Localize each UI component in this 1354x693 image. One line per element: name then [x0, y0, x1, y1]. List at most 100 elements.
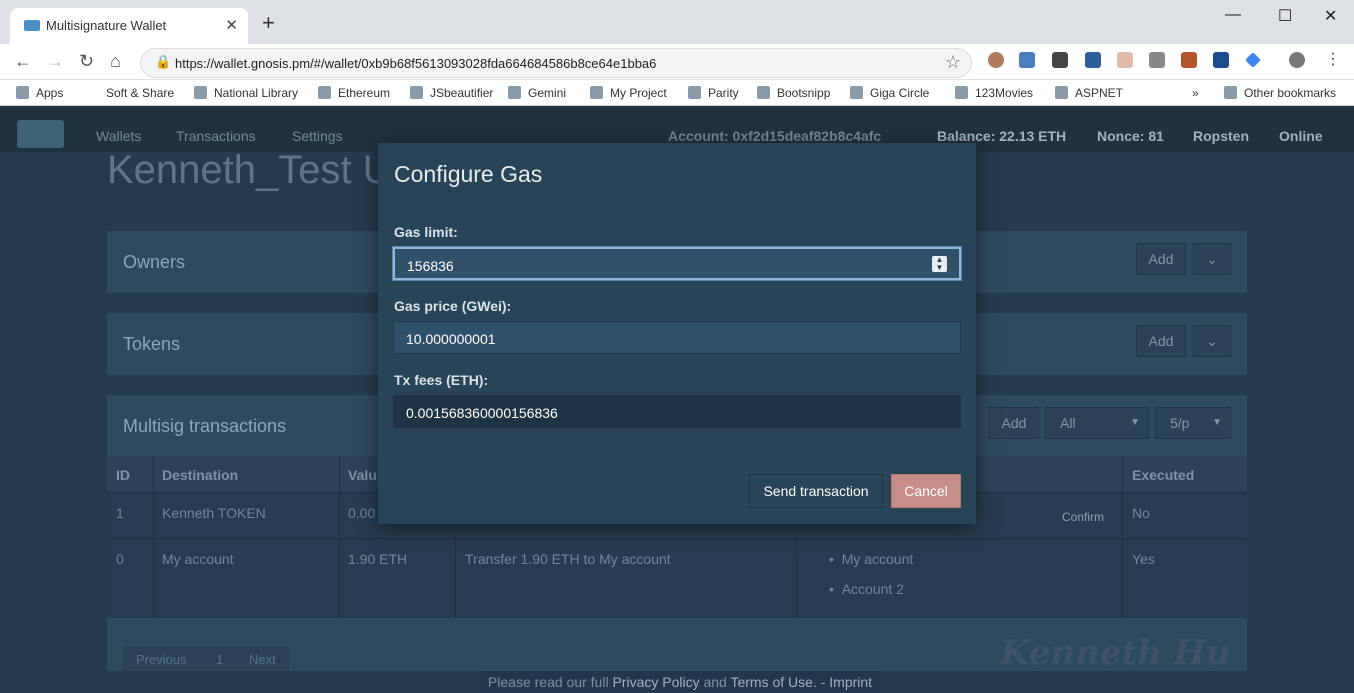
- filter-select[interactable]: All ▼: [1045, 407, 1149, 439]
- chevron-down-icon[interactable]: ⌄: [1193, 325, 1231, 357]
- extension-icon[interactable]: [988, 52, 1004, 68]
- col-executed: Executed: [1132, 467, 1195, 483]
- network: Ropsten: [1193, 128, 1249, 144]
- gas-limit-input[interactable]: 156836 ▲ ▼: [393, 247, 961, 280]
- confirmation-item: • Account 2: [829, 581, 904, 597]
- browser-tab[interactable]: Multisignature Wallet ✕: [10, 8, 248, 44]
- row-executed: No: [1132, 505, 1150, 521]
- forward-icon[interactable]: →: [46, 51, 64, 72]
- minimize-icon[interactable]: —: [1225, 6, 1241, 24]
- bookmarks-bar: Apps Soft & Share National Library Ether…: [0, 80, 1354, 106]
- bookmark-item[interactable]: Soft & Share: [106, 86, 174, 100]
- apps-icon: [16, 86, 29, 99]
- nav-settings[interactable]: Settings: [292, 128, 343, 144]
- wallet-logo-icon[interactable]: [17, 120, 64, 148]
- new-tab-icon[interactable]: +: [262, 10, 275, 36]
- other-bookmarks[interactable]: Other bookmarks: [1224, 86, 1336, 100]
- footer: Please read our full Privacy Policy and …: [479, 671, 881, 693]
- terms-link[interactable]: Terms of Use.: [730, 674, 816, 690]
- bookmark-item[interactable]: ASPNET: [1055, 86, 1123, 100]
- tab-title: Multisignature Wallet: [46, 18, 167, 33]
- bookmark-apps[interactable]: Apps: [16, 86, 63, 100]
- back-icon[interactable]: ←: [14, 51, 32, 72]
- menu-icon[interactable]: ⋮: [1325, 52, 1341, 68]
- bookmark-icon: [318, 86, 331, 99]
- bookmark-icon: [688, 86, 701, 99]
- account-selector[interactable]: Account: 0xf2d15deaf82b8c4afc: [668, 128, 881, 144]
- add-transaction-button[interactable]: Add: [989, 407, 1039, 439]
- wallet-title: Kenneth_Test U: [107, 148, 387, 192]
- connection-status: Online: [1279, 128, 1323, 144]
- profile-avatar-icon[interactable]: [1289, 52, 1305, 68]
- metamask-icon[interactable]: [1181, 52, 1197, 68]
- row-id: 0: [116, 551, 124, 567]
- nav-wallets[interactable]: Wallets: [96, 128, 141, 144]
- maximize-icon[interactable]: ☐: [1278, 6, 1292, 26]
- per-page-select[interactable]: 5/p ▼: [1155, 407, 1231, 439]
- bookmark-item[interactable]: Gemini: [508, 86, 566, 100]
- send-transaction-button[interactable]: Send transaction: [749, 474, 883, 508]
- cancel-button[interactable]: Cancel: [891, 474, 961, 508]
- bookmark-item[interactable]: Ethereum: [318, 86, 390, 100]
- number-stepper-icon[interactable]: ▲ ▼: [932, 256, 947, 272]
- multisig-title: Multisig transactions: [123, 416, 287, 436]
- confirm-button[interactable]: Confirm: [1062, 510, 1104, 524]
- bookmark-item[interactable]: Giga Circle: [850, 86, 929, 100]
- add-owner-button[interactable]: Add: [1136, 243, 1186, 275]
- bookmark-item[interactable]: JSbeautifier: [410, 86, 493, 100]
- tx-fees-label: Tx fees (ETH):: [394, 372, 489, 388]
- chevron-down-icon[interactable]: ⌄: [1193, 243, 1231, 275]
- bookmark-icon: [194, 86, 207, 99]
- row-value: 0.00: [348, 505, 376, 521]
- reload-icon[interactable]: ↻: [79, 51, 94, 72]
- bookmarks-overflow-icon[interactable]: »: [1192, 86, 1199, 100]
- page-number[interactable]: 1: [216, 652, 223, 667]
- filter-value: All: [1060, 415, 1076, 431]
- column-divider: [455, 538, 456, 618]
- translate-icon[interactable]: [1019, 52, 1035, 68]
- bookmark-item[interactable]: 123Movies: [955, 86, 1033, 100]
- modal-title: Configure Gas: [394, 161, 543, 187]
- row-description: Transfer 1.90 ETH to My account: [465, 551, 671, 567]
- next-button[interactable]: Next: [249, 652, 276, 667]
- eyedropper-icon[interactable]: [1085, 52, 1101, 68]
- imprint-link[interactable]: - Imprint: [817, 674, 872, 690]
- column-divider: [153, 456, 154, 618]
- gas-limit-value: 156836: [407, 258, 454, 274]
- bookmark-item[interactable]: Parity: [688, 86, 739, 100]
- add-token-button[interactable]: Add: [1136, 325, 1186, 357]
- bookmark-icon: [955, 86, 968, 99]
- nonce: Nonce: 81: [1097, 128, 1164, 144]
- footer-text: Please read our full: [487, 674, 613, 690]
- close-tab-icon[interactable]: ✕: [225, 16, 238, 34]
- close-window-icon[interactable]: ✕: [1324, 6, 1337, 26]
- privacy-policy-link[interactable]: Privacy Policy: [612, 674, 699, 690]
- footer-text: and: [699, 674, 731, 690]
- column-divider: [339, 456, 340, 618]
- shield-icon[interactable]: [1213, 52, 1229, 68]
- camera-icon[interactable]: [1149, 52, 1165, 68]
- bookmark-item[interactable]: My Project: [590, 86, 667, 100]
- folder-icon: [1224, 86, 1237, 99]
- gas-price-label: Gas price (GWei):: [394, 298, 512, 314]
- col-value: Valu: [348, 467, 377, 483]
- lock-icon: 🔒: [155, 54, 172, 69]
- bookmark-item[interactable]: Bootsnipp: [757, 86, 830, 100]
- owners-title: Owners: [123, 252, 186, 272]
- bookmark-item[interactable]: National Library: [194, 86, 298, 100]
- json-icon[interactable]: [1052, 52, 1068, 68]
- address-bar[interactable]: 🔒 https://wallet.gnosis.pm/#/wallet/0xb9…: [140, 48, 972, 78]
- tx-fees-field: 0.001568360000156836: [393, 395, 961, 428]
- balance: Balance: 22.13 ETH: [937, 128, 1067, 144]
- gas-price-input[interactable]: 10.000000001: [393, 321, 961, 354]
- col-id: ID: [116, 467, 130, 483]
- home-icon[interactable]: ⌂: [110, 51, 121, 72]
- nav-transactions[interactable]: Transactions: [176, 128, 256, 144]
- confirmation-item: • My account: [829, 551, 914, 567]
- tx-fees-value: 0.001568360000156836: [406, 405, 558, 421]
- previous-button[interactable]: Previous: [136, 652, 187, 667]
- bookmark-icon: [757, 86, 770, 99]
- bookmark-star-icon[interactable]: ☆: [945, 52, 961, 73]
- browser-titlebar: Multisignature Wallet ✕ + — ☐ ✕: [0, 0, 1354, 44]
- arrow-extension-icon[interactable]: [1117, 52, 1133, 68]
